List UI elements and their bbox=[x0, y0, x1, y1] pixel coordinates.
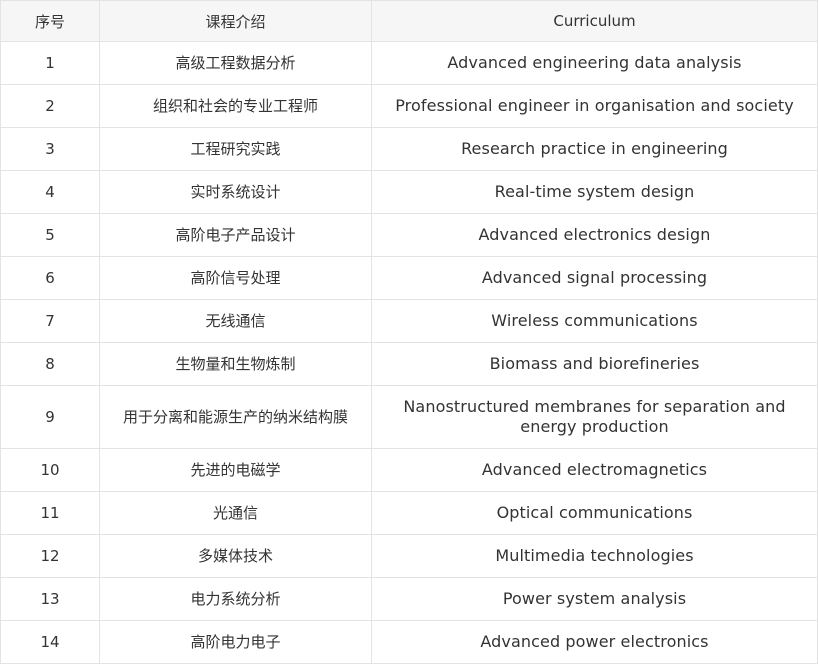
course-english: Professional engineer in organisation an… bbox=[371, 84, 818, 128]
row-number: 5 bbox=[0, 213, 100, 257]
course-english: Multimedia technologies bbox=[371, 534, 818, 578]
row-number: 10 bbox=[0, 448, 100, 492]
course-english: Wireless communications bbox=[371, 299, 818, 343]
table-row: 8 生物量和生物炼制 Biomass and biorefineries bbox=[0, 342, 818, 386]
course-chinese: 光通信 bbox=[99, 491, 372, 535]
table-body: 1 高级工程数据分析 Advanced engineering data ana… bbox=[0, 41, 818, 664]
course-chinese: 组织和社会的专业工程师 bbox=[99, 84, 372, 128]
row-number: 11 bbox=[0, 491, 100, 535]
table-row: 12 多媒体技术 Multimedia technologies bbox=[0, 534, 818, 578]
course-english: Nanostructured membranes for separation … bbox=[371, 385, 818, 449]
table-row: 11 光通信 Optical communications bbox=[0, 491, 818, 535]
table-row: 3 工程研究实践 Research practice in engineerin… bbox=[0, 127, 818, 171]
header-row: 序号 课程介绍 Curriculum bbox=[0, 0, 818, 42]
row-number: 8 bbox=[0, 342, 100, 386]
course-english: Advanced electronics design bbox=[371, 213, 818, 257]
row-number: 14 bbox=[0, 620, 100, 664]
course-chinese: 多媒体技术 bbox=[99, 534, 372, 578]
course-english: Advanced power electronics bbox=[371, 620, 818, 664]
row-number: 1 bbox=[0, 41, 100, 85]
row-number: 3 bbox=[0, 127, 100, 171]
course-english: Research practice in engineering bbox=[371, 127, 818, 171]
course-chinese: 生物量和生物炼制 bbox=[99, 342, 372, 386]
table-row: 14 高阶电力电子 Advanced power electronics bbox=[0, 620, 818, 664]
course-chinese: 高阶电子产品设计 bbox=[99, 213, 372, 257]
row-number: 9 bbox=[0, 385, 100, 449]
curriculum-table: 序号 课程介绍 Curriculum 1 高级工程数据分析 Advanced e… bbox=[0, 0, 818, 664]
row-number: 6 bbox=[0, 256, 100, 300]
course-english: Advanced electromagnetics bbox=[371, 448, 818, 492]
row-number: 12 bbox=[0, 534, 100, 578]
table-row: 2 组织和社会的专业工程师 Professional engineer in o… bbox=[0, 84, 818, 128]
course-chinese: 高阶电力电子 bbox=[99, 620, 372, 664]
table-row: 13 电力系统分析 Power system analysis bbox=[0, 577, 818, 621]
table-row: 5 高阶电子产品设计 Advanced electronics design bbox=[0, 213, 818, 257]
header-chinese-course: 课程介绍 bbox=[99, 0, 372, 42]
table-row: 7 无线通信 Wireless communications bbox=[0, 299, 818, 343]
course-chinese: 无线通信 bbox=[99, 299, 372, 343]
table-row: 10 先进的电磁学 Advanced electromagnetics bbox=[0, 448, 818, 492]
course-chinese: 高级工程数据分析 bbox=[99, 41, 372, 85]
table-row: 4 实时系统设计 Real-time system design bbox=[0, 170, 818, 214]
table-row: 6 高阶信号处理 Advanced signal processing bbox=[0, 256, 818, 300]
row-number: 13 bbox=[0, 577, 100, 621]
table-row: 1 高级工程数据分析 Advanced engineering data ana… bbox=[0, 41, 818, 85]
course-english: Advanced engineering data analysis bbox=[371, 41, 818, 85]
table-header: 序号 课程介绍 Curriculum bbox=[0, 0, 818, 42]
course-english: Optical communications bbox=[371, 491, 818, 535]
course-chinese: 用于分离和能源生产的纳米结构膜 bbox=[99, 385, 372, 449]
header-number: 序号 bbox=[0, 0, 100, 42]
course-english: Real-time system design bbox=[371, 170, 818, 214]
row-number: 2 bbox=[0, 84, 100, 128]
course-english: Power system analysis bbox=[371, 577, 818, 621]
course-chinese: 高阶信号处理 bbox=[99, 256, 372, 300]
course-english: Biomass and biorefineries bbox=[371, 342, 818, 386]
course-english: Advanced signal processing bbox=[371, 256, 818, 300]
course-chinese: 工程研究实践 bbox=[99, 127, 372, 171]
course-chinese: 先进的电磁学 bbox=[99, 448, 372, 492]
course-chinese: 电力系统分析 bbox=[99, 577, 372, 621]
row-number: 7 bbox=[0, 299, 100, 343]
table-row: 9 用于分离和能源生产的纳米结构膜 Nanostructured membran… bbox=[0, 385, 818, 449]
course-chinese: 实时系统设计 bbox=[99, 170, 372, 214]
row-number: 4 bbox=[0, 170, 100, 214]
header-curriculum: Curriculum bbox=[371, 0, 818, 42]
